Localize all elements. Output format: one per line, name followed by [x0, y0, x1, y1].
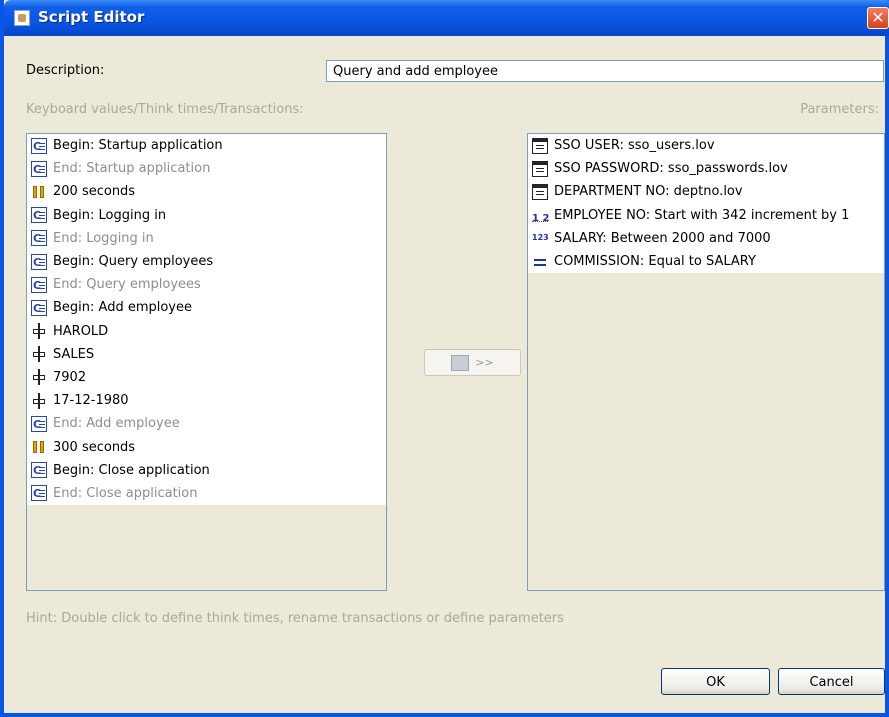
action-item-text: 17-12-1980 — [53, 393, 129, 409]
action-item-text: Begin: Startup application — [53, 138, 223, 154]
keyboard-value-icon — [31, 346, 47, 363]
parameter-item-text: SSO PASSWORD: sso_passwords.lov — [554, 161, 788, 177]
action-item-text: End: Logging in — [53, 230, 154, 246]
parameter-item[interactable]: 1 2 EMPLOYEE NO: Start with 342 increment… — [528, 204, 884, 227]
action-item[interactable]: Begin: Close application — [27, 459, 386, 482]
action-item[interactable]: Begin: Query employees — [27, 250, 386, 274]
action-item[interactable]: End: Close application — [27, 482, 386, 505]
action-item[interactable]: Begin: Add employee — [27, 296, 386, 320]
think-time-icon — [31, 184, 47, 200]
action-item[interactable]: End: Logging in — [27, 227, 386, 250]
title-bar[interactable]: Script Editor ✕ — [4, 0, 889, 36]
actions-list[interactable]: Begin: Startup application End: Startup a… — [26, 133, 387, 591]
action-item-text: Begin: Add employee — [53, 300, 193, 316]
window-title: Script Editor — [38, 8, 145, 26]
move-button-label: >> — [475, 356, 494, 369]
action-item-text: Begin: Logging in — [53, 207, 167, 223]
parameter-item[interactable]: COMMISSION: Equal to SALARY — [528, 250, 884, 273]
list-of-values-icon — [532, 160, 548, 177]
parameter-item[interactable]: DEPARTMENT NO: deptno.lov — [528, 180, 884, 203]
action-item[interactable]: End: Query employees — [27, 273, 386, 297]
ok-button[interactable]: OK — [661, 668, 770, 695]
action-item-text: HAROLD — [53, 323, 109, 339]
random-number-icon: 123 — [532, 233, 549, 243]
action-item-text: End: Close application — [53, 485, 198, 501]
action-item[interactable]: Begin: Startup application — [27, 134, 386, 158]
list-of-values-icon — [532, 183, 548, 200]
keyboard-value-icon — [31, 323, 47, 340]
action-item-text: 7902 — [53, 369, 87, 385]
action-item[interactable]: Begin: Logging in — [27, 204, 386, 227]
description-label: Description: — [26, 63, 105, 78]
transaction-icon — [31, 251, 47, 274]
action-item[interactable]: SALES — [27, 343, 386, 366]
action-item-text: End: Query employees — [53, 277, 201, 293]
transaction-icon — [31, 227, 47, 250]
parameter-icon — [451, 354, 470, 371]
transaction-icon — [31, 482, 47, 505]
move-to-parameters-button[interactable]: >> — [424, 349, 521, 376]
action-item[interactable]: 17-12-1980 — [27, 389, 386, 412]
parameter-item-text: SSO USER: sso_users.lov — [554, 138, 715, 154]
keyboard-value-icon — [31, 392, 47, 409]
java-app-icon — [14, 10, 30, 26]
action-item[interactable]: End: Startup application — [27, 157, 386, 181]
parameters-list[interactable]: SSO USER: sso_users.lov SSO PASSWORD: sso… — [527, 133, 885, 591]
parameters-label: Parameters: — [800, 102, 879, 117]
transaction-icon — [31, 274, 47, 297]
action-item[interactable]: 7902 — [27, 366, 386, 389]
parameter-item-text: SALARY: Between 2000 and 7000 — [554, 230, 771, 246]
close-button[interactable]: ✕ — [867, 7, 889, 29]
action-item-text: Begin: Close application — [53, 462, 210, 478]
transaction-icon — [31, 158, 47, 181]
action-item[interactable]: 200 seconds — [27, 180, 386, 203]
transaction-icon — [31, 204, 47, 227]
action-item[interactable]: HAROLD — [27, 320, 386, 343]
description-input[interactable] — [326, 60, 884, 82]
parameter-item-text: EMPLOYEE NO: Start with 342 increment by… — [554, 207, 850, 223]
parameter-item-text: DEPARTMENT NO: deptno.lov — [554, 184, 743, 200]
left-panel-label: Keyboard values/Think times/Transactions… — [26, 102, 304, 117]
action-item-text: SALES — [53, 346, 95, 362]
action-item[interactable]: 300 seconds — [27, 435, 386, 458]
parameter-item[interactable]: SSO USER: sso_users.lov — [528, 134, 884, 157]
action-item-text: 300 seconds — [53, 439, 136, 455]
think-time-icon — [31, 439, 47, 455]
equal-to-icon — [532, 254, 548, 270]
hint-text: Hint: Double click to define think times… — [26, 611, 564, 626]
parameter-item[interactable]: SSO PASSWORD: sso_passwords.lov — [528, 157, 884, 180]
keyboard-value-icon — [31, 369, 47, 386]
script-editor-dialog: Script Editor ✕ Description: Keyboard va… — [0, 0, 889, 717]
parameter-item-text: COMMISSION: Equal to SALARY — [554, 254, 756, 270]
parameter-item[interactable]: 123 SALARY: Between 2000 and 7000 — [528, 227, 884, 250]
action-item-text: Begin: Query employees — [53, 254, 214, 270]
cancel-button[interactable]: Cancel — [778, 668, 885, 695]
transaction-icon — [31, 135, 47, 158]
transaction-icon — [31, 459, 47, 482]
transaction-icon — [31, 297, 47, 320]
sequence-icon: 1 2 — [532, 207, 549, 224]
action-item-text: End: Add employee — [53, 416, 180, 432]
transaction-icon — [31, 413, 47, 436]
action-item[interactable]: End: Add employee — [27, 412, 386, 436]
action-item-text: End: Startup application — [53, 161, 211, 177]
action-item-text: 200 seconds — [53, 184, 136, 200]
list-of-values-icon — [532, 137, 548, 154]
